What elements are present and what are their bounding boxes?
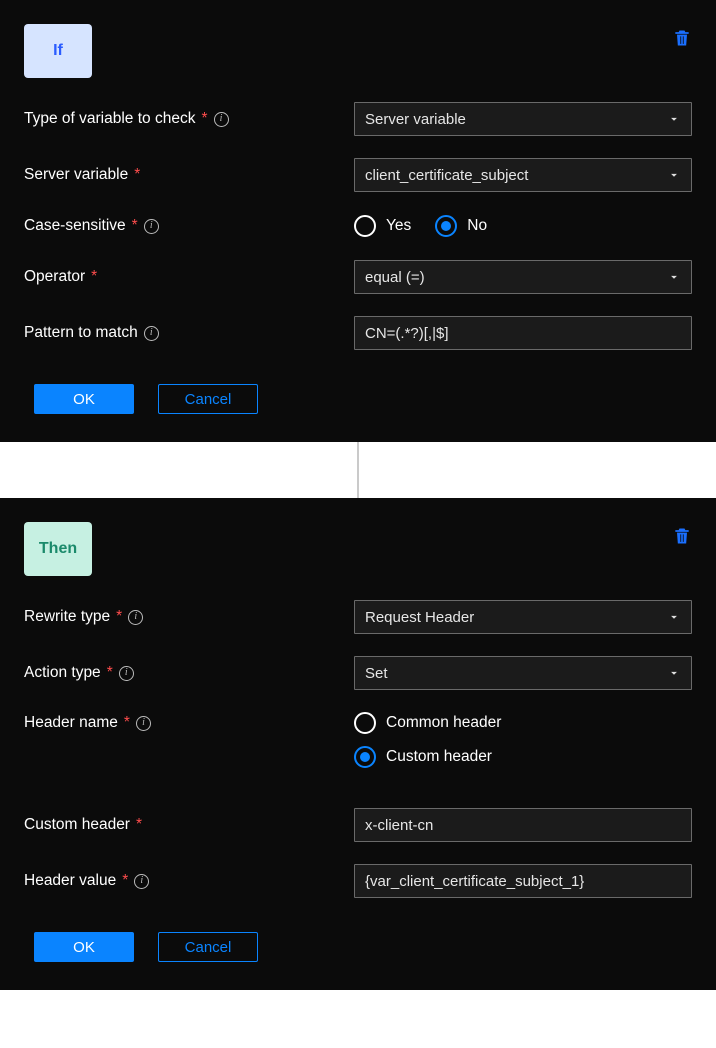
rewrite-type-select[interactable]: Request Header — [354, 600, 692, 634]
radio-icon — [354, 746, 376, 768]
delete-icon[interactable] — [672, 28, 692, 48]
cancel-button[interactable]: Cancel — [158, 932, 258, 962]
label-custom-header: Custom header — [24, 816, 130, 834]
info-icon[interactable]: i — [134, 874, 149, 889]
radio-icon — [354, 712, 376, 734]
cancel-button[interactable]: Cancel — [158, 384, 258, 414]
required-marker: * — [107, 664, 113, 682]
select-value: client_certificate_subject — [365, 167, 528, 184]
info-icon[interactable]: i — [144, 219, 159, 234]
label-case-sensitive: Case-sensitive — [24, 217, 126, 235]
label-action-type: Action type — [24, 664, 101, 682]
radio-case-sensitive-no[interactable]: No — [435, 215, 487, 237]
info-icon[interactable]: i — [119, 666, 134, 681]
required-marker: * — [122, 872, 128, 890]
if-badge: If — [24, 24, 92, 78]
label-header-value: Header value — [24, 872, 116, 890]
input-value: CN=(.*?)[,|$] — [365, 325, 449, 342]
action-type-select[interactable]: Set — [354, 656, 692, 690]
required-marker: * — [134, 166, 140, 184]
header-value-input[interactable]: {var_client_certificate_subject_1} — [354, 864, 692, 898]
required-marker: * — [116, 608, 122, 626]
radio-common-header[interactable]: Common header — [354, 712, 501, 734]
chevron-down-icon — [667, 666, 681, 680]
radio-icon — [354, 215, 376, 237]
info-icon[interactable]: i — [136, 716, 151, 731]
select-value: Set — [365, 665, 388, 682]
input-value: {var_client_certificate_subject_1} — [365, 873, 584, 890]
info-icon[interactable]: i — [214, 112, 229, 127]
label-operator: Operator — [24, 268, 85, 286]
ok-button[interactable]: OK — [34, 932, 134, 962]
radio-custom-header[interactable]: Custom header — [354, 746, 492, 768]
pattern-input[interactable]: CN=(.*?)[,|$] — [354, 316, 692, 350]
select-value: equal (=) — [365, 269, 425, 286]
label-type-of-variable: Type of variable to check — [24, 110, 195, 128]
chevron-down-icon — [667, 168, 681, 182]
chevron-down-icon — [667, 270, 681, 284]
header-name-radio-group: Common header Custom header — [354, 712, 692, 768]
type-of-variable-select[interactable]: Server variable — [354, 102, 692, 136]
then-action-card: Then Rewrite type * i Request Header Act… — [0, 498, 716, 990]
required-marker: * — [91, 268, 97, 286]
server-variable-select[interactable]: client_certificate_subject — [354, 158, 692, 192]
info-icon[interactable]: i — [144, 326, 159, 341]
delete-icon[interactable] — [672, 526, 692, 546]
required-marker: * — [132, 217, 138, 235]
chevron-down-icon — [667, 610, 681, 624]
required-marker: * — [124, 714, 130, 732]
select-value: Server variable — [365, 111, 466, 128]
case-sensitive-radio-group: Yes No — [354, 215, 692, 237]
radio-label: No — [467, 217, 487, 235]
custom-header-input[interactable]: x-client-cn — [354, 808, 692, 842]
required-marker: * — [201, 110, 207, 128]
connector-line — [357, 442, 359, 498]
required-marker: * — [136, 816, 142, 834]
input-value: x-client-cn — [365, 817, 433, 834]
label-rewrite-type: Rewrite type — [24, 608, 110, 626]
info-icon[interactable]: i — [128, 610, 143, 625]
label-pattern: Pattern to match — [24, 324, 138, 342]
label-header-name: Header name — [24, 714, 118, 732]
radio-icon — [435, 215, 457, 237]
radio-case-sensitive-yes[interactable]: Yes — [354, 215, 411, 237]
ok-button[interactable]: OK — [34, 384, 134, 414]
label-server-variable: Server variable — [24, 166, 128, 184]
chevron-down-icon — [667, 112, 681, 126]
radio-label: Yes — [386, 217, 411, 235]
radio-label: Custom header — [386, 748, 492, 766]
select-value: Request Header — [365, 609, 474, 626]
radio-label: Common header — [386, 714, 501, 732]
if-condition-card: If Type of variable to check * i Server … — [0, 0, 716, 442]
then-badge: Then — [24, 522, 92, 576]
operator-select[interactable]: equal (=) — [354, 260, 692, 294]
